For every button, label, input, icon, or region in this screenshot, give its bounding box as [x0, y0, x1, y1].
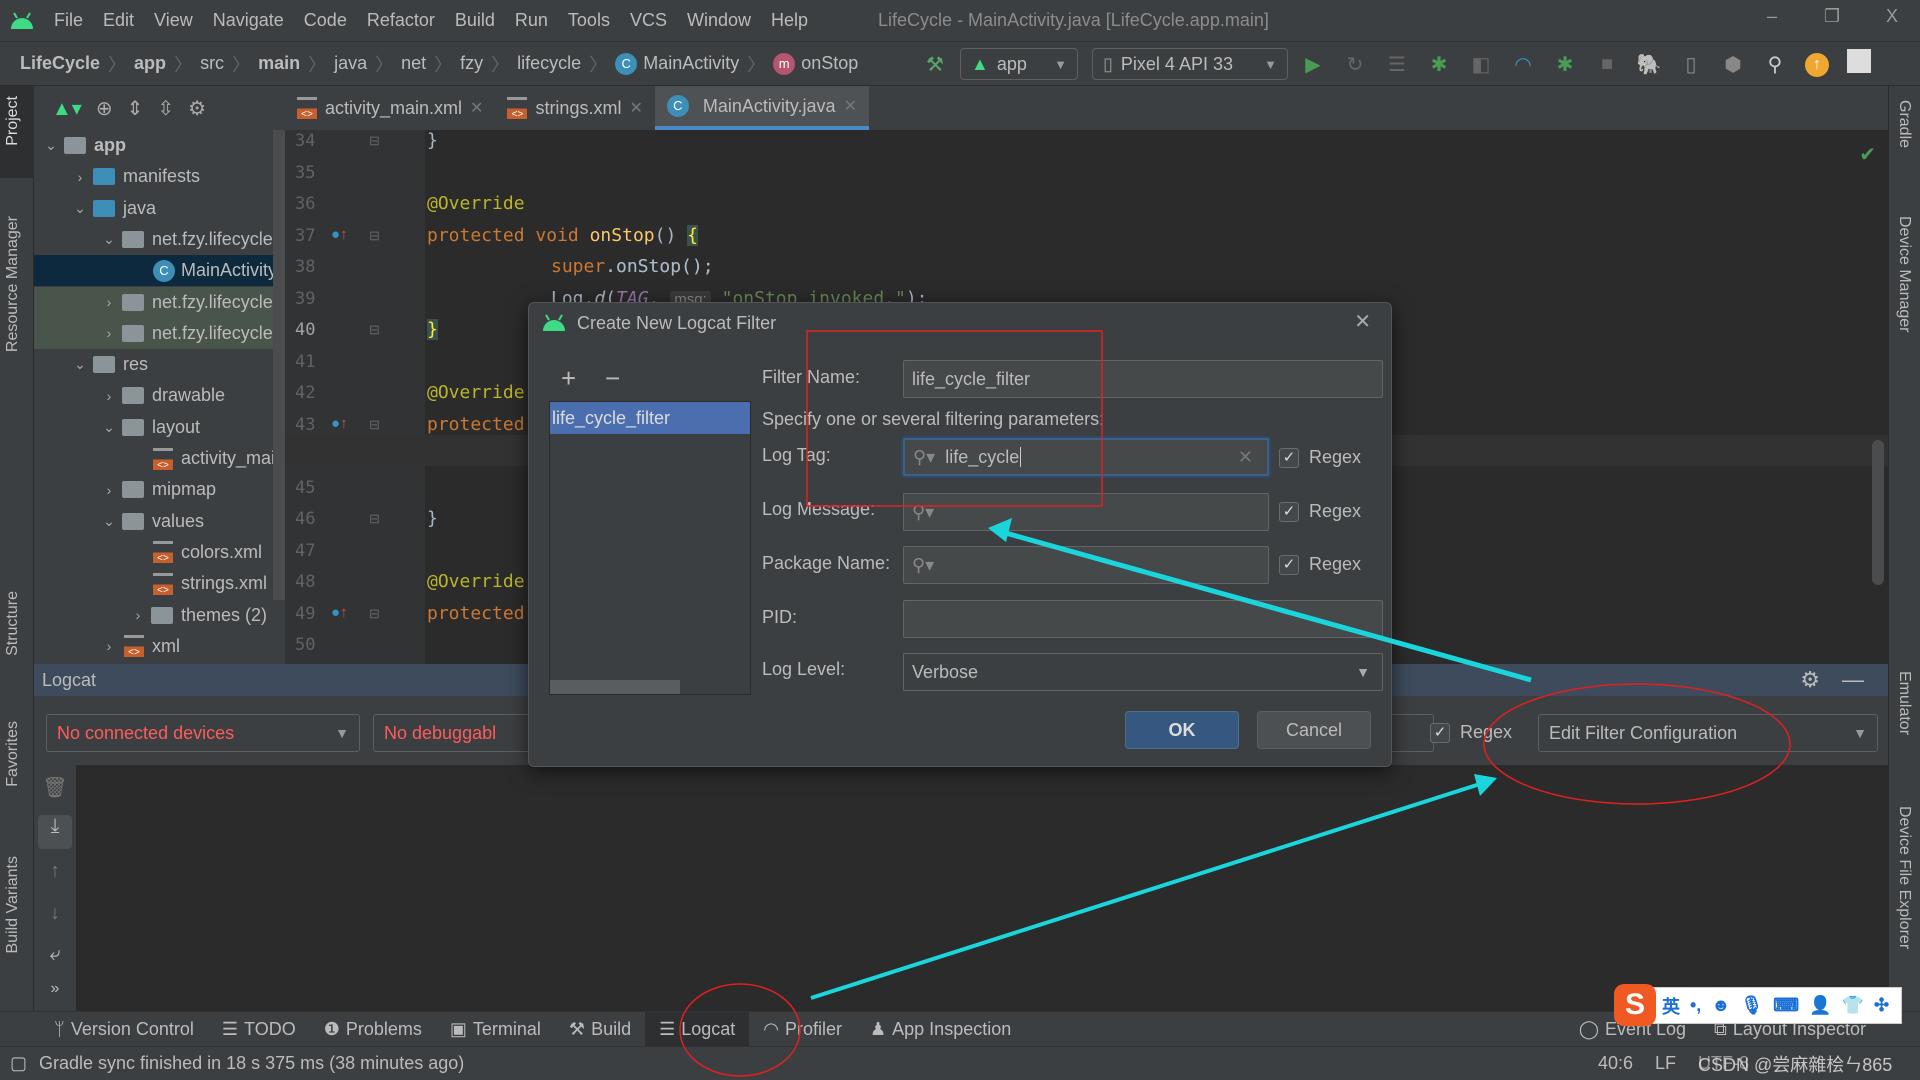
ime-language-toggle[interactable]: 英 [1662, 993, 1680, 1019]
ime-toolbox-icon[interactable]: ✣ [1874, 995, 1889, 1016]
ime-user-icon[interactable]: 👤 [1809, 995, 1831, 1016]
annotation-ellipse [1483, 683, 1791, 805]
annotation-arrowhead [1474, 774, 1497, 796]
ime-voice-icon[interactable]: 🎙 [1740, 995, 1763, 1016]
ime-punctuation[interactable]: •, [1690, 995, 1701, 1016]
annotation-arrowhead [988, 518, 1012, 542]
annotation-overlay [679, 330, 1791, 1077]
annotation-arrow [810, 782, 1481, 1000]
annotation-arrow [1001, 529, 1532, 683]
ime-toolbar: S 英 •, ☻ 🎙 ⌨ 👤 👕 ✣ [1614, 984, 1902, 1026]
ime-skin-icon[interactable]: 👕 [1842, 995, 1864, 1016]
ime-emoji-icon[interactable]: ☻ [1711, 995, 1730, 1016]
annotation-rectangle [806, 330, 1103, 507]
sogou-logo-icon: S [1614, 984, 1656, 1026]
annotation-ellipse [679, 983, 801, 1077]
ime-keyboard-icon[interactable]: ⌨ [1773, 995, 1799, 1016]
